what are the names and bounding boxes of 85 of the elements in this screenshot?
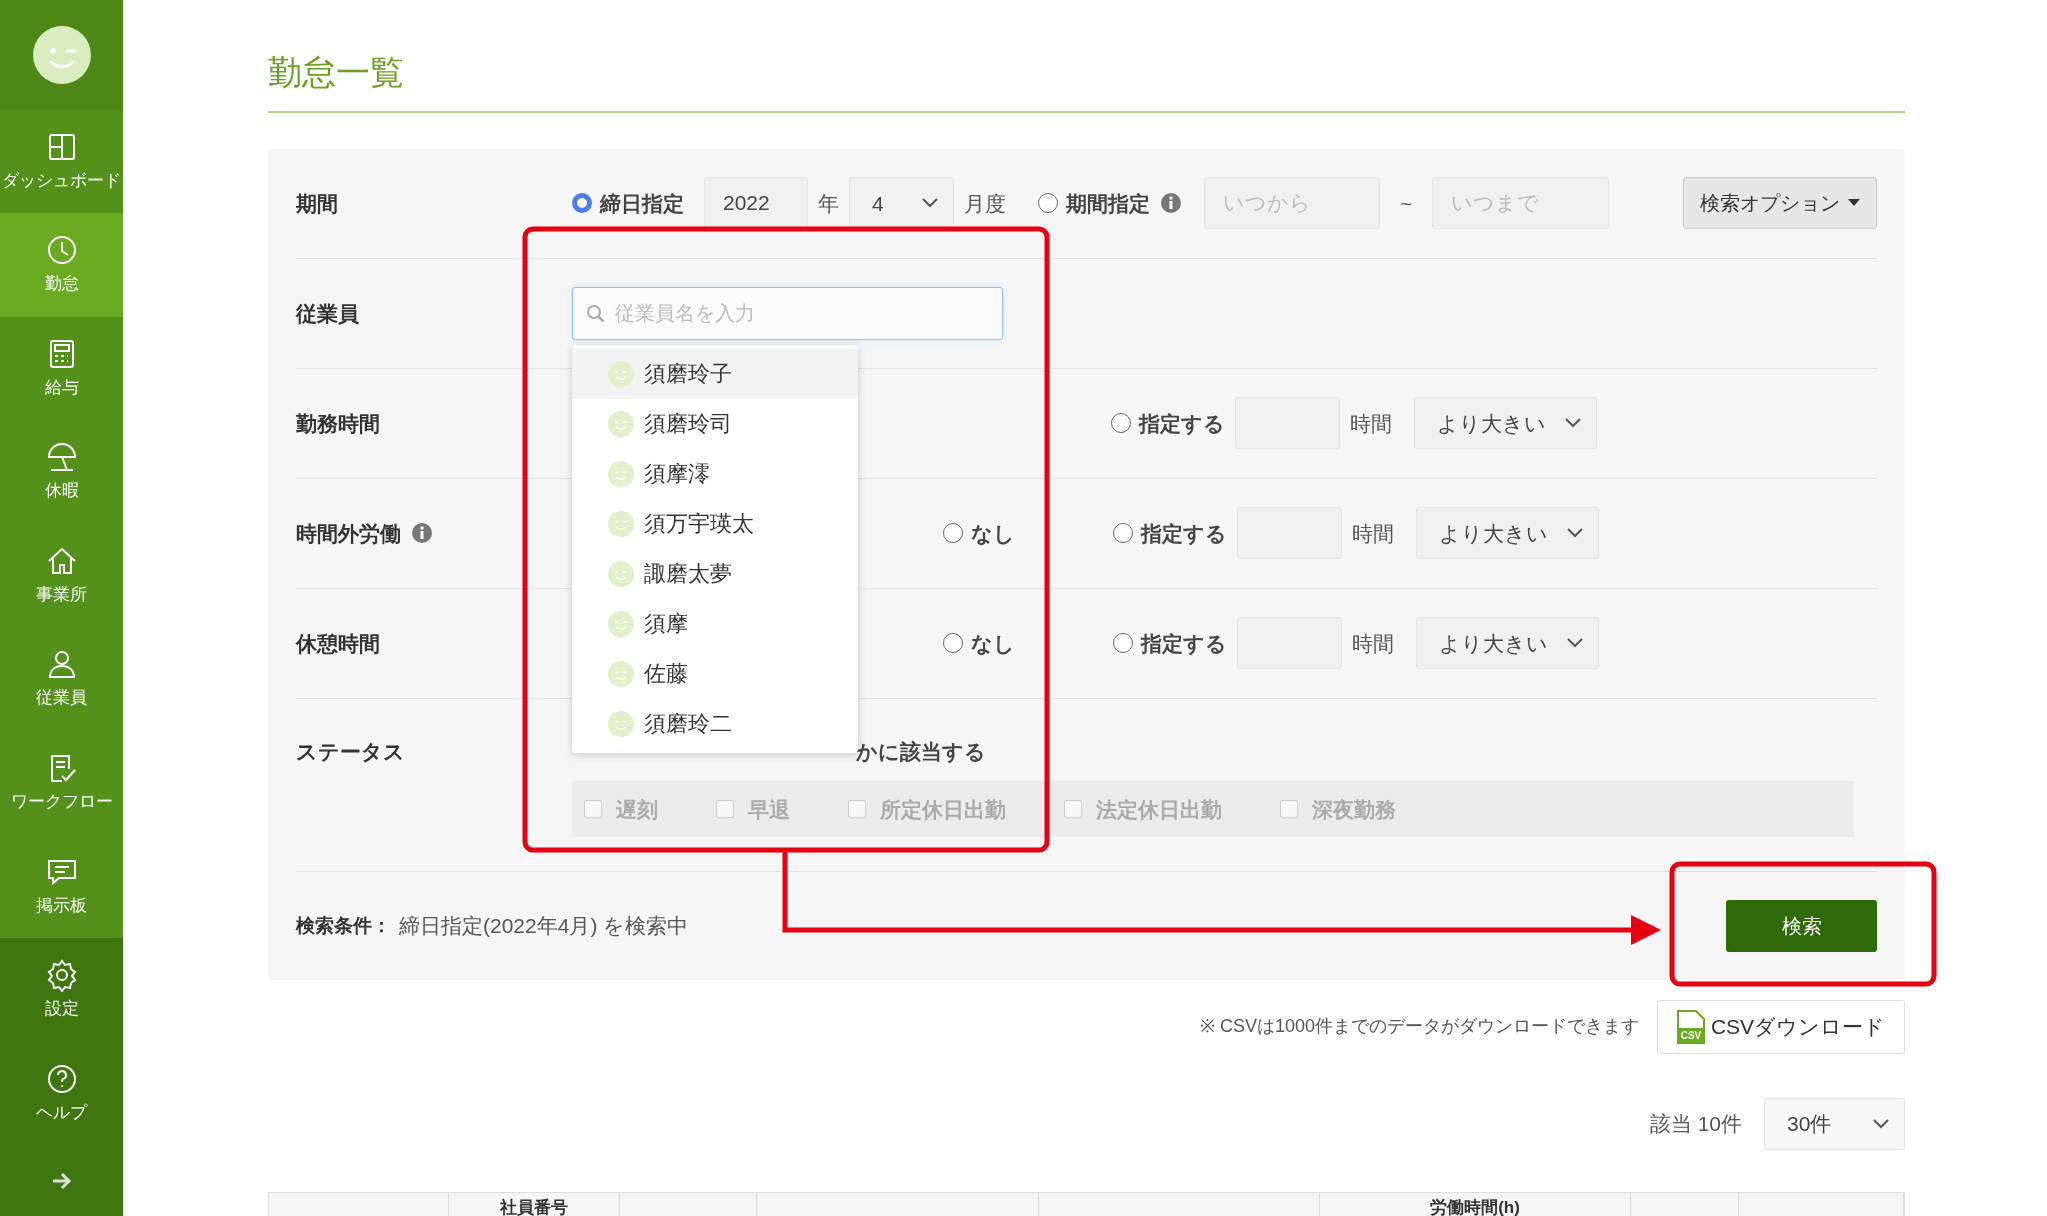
radio-label: 指定する: [1139, 410, 1225, 437]
radio-button[interactable]: [1111, 413, 1131, 434]
sidebar-item[interactable]: ヘルプ: [0, 1042, 123, 1147]
comparison-select[interactable]: より大きい: [1416, 507, 1599, 560]
csv-download-button[interactable]: CSV CSVダウンロード: [1657, 999, 1905, 1054]
checkbox-label: 早退: [748, 796, 790, 823]
radio-label: 期間指定: [1066, 190, 1150, 217]
caret-down-icon: [1848, 199, 1860, 208]
checkbox-label: 法定休日出勤: [1096, 796, 1222, 823]
chevron-down-icon: [1564, 417, 1582, 430]
suggestion-item[interactable]: 須磨玲子: [572, 348, 858, 399]
radio-label: なし: [971, 520, 1015, 548]
comparison-select[interactable]: より大きい: [1414, 397, 1597, 450]
avatar-icon: [608, 360, 634, 387]
sidebar-item[interactable]: 設定: [0, 938, 123, 1043]
checkbox-label: 深夜勤務: [1312, 796, 1396, 823]
checkbox-label: 所定休日出勤: [880, 796, 1006, 823]
csv-note: ※ CSVは1000件までのデータがダウンロードできます: [1199, 1015, 1639, 1039]
radio-label: 締日指定: [600, 190, 684, 217]
month-select[interactable]: 4: [849, 177, 954, 230]
unit-label: 年: [818, 190, 839, 217]
field-label: 時間外労働: [296, 520, 401, 547]
field-label: 勤務時間: [296, 410, 380, 437]
avatar-icon: [608, 710, 634, 737]
radio-label: 指定する: [1141, 630, 1227, 657]
smiley-logo-icon: [30, 23, 93, 86]
search-button[interactable]: 検索: [1726, 899, 1877, 952]
range-separator: ~: [1400, 190, 1413, 217]
sidebar-item[interactable]: 掲示板: [0, 834, 123, 939]
avatar-icon: [608, 560, 634, 587]
checkbox-label: 遅刻: [616, 796, 658, 823]
sidebar-item[interactable]: ワークフロー: [0, 730, 123, 835]
arrow-right-icon: [50, 1171, 73, 1192]
radio-button[interactable]: [572, 193, 592, 214]
avatar-icon: [608, 460, 634, 487]
field-label: 期間: [296, 190, 338, 217]
sidebar-item[interactable]: 休暇: [0, 420, 123, 524]
comparison-select[interactable]: より大きい: [1416, 617, 1599, 670]
avatar-icon: [608, 410, 634, 437]
condition-label: 検索条件：: [296, 913, 391, 938]
radio-button[interactable]: [943, 523, 963, 544]
avatar-icon: [608, 510, 634, 537]
employee-search-field[interactable]: 従業員名を入力: [572, 286, 1003, 340]
avatar-icon: [608, 660, 634, 687]
unit-label: 時間: [1352, 630, 1394, 657]
chevron-down-icon: [1566, 637, 1584, 650]
suggestion-item[interactable]: 須磨玲二: [572, 698, 858, 749]
unit-label: 時間: [1350, 410, 1392, 437]
year-field[interactable]: 2022: [704, 177, 808, 230]
field-label: 休憩時間: [296, 630, 380, 657]
chevron-down-icon: [1872, 1117, 1890, 1130]
csv-file-icon: CSV: [1676, 1009, 1705, 1044]
suggestion-item[interactable]: 須摩澪: [572, 448, 858, 499]
search-options-button[interactable]: 検索オプション: [1683, 177, 1877, 230]
sidebar-item[interactable]: 事業所: [0, 523, 123, 628]
field-label: 従業員: [296, 300, 359, 327]
per-page-select[interactable]: 30件: [1764, 1097, 1905, 1150]
suggestion-item[interactable]: 須磨玲司: [572, 398, 858, 449]
radio-button[interactable]: [1038, 193, 1058, 214]
radio-button[interactable]: [1113, 523, 1133, 544]
search-icon: [586, 303, 606, 324]
radio-label: なし: [971, 630, 1015, 658]
column-header: 社員番号: [499, 1197, 568, 1216]
suggestion-item[interactable]: 佐藤: [572, 648, 858, 699]
unit-label: 時間: [1352, 520, 1394, 547]
page-title: 勤怠一覧: [268, 52, 1905, 113]
suggestion-item[interactable]: 須摩: [572, 598, 858, 649]
radio-label: 指定する: [1141, 520, 1227, 547]
condition-text: 締日指定(2022年4月) を検索中: [399, 913, 689, 940]
chevron-down-icon: [921, 197, 939, 210]
radio-button[interactable]: [1113, 633, 1133, 654]
suggestion-item[interactable]: 諏磨太夢: [572, 548, 858, 599]
unit-label: 月度: [964, 190, 1006, 217]
radio-button[interactable]: [943, 633, 963, 654]
radio-label: かに該当する: [856, 738, 986, 765]
sidebar-item[interactable]: 従業員: [0, 627, 123, 731]
column-header: 労働時間(h): [1430, 1197, 1520, 1216]
suggestion-item[interactable]: 須万宇瑛太: [572, 498, 858, 549]
field-label: ステータス: [296, 738, 405, 765]
sidebar-item[interactable]: 給与: [0, 316, 123, 421]
result-count: 該当 10件: [1649, 1111, 1742, 1138]
sidebar-item[interactable]: ダッシュボード: [0, 109, 123, 214]
avatar-icon: [608, 610, 634, 637]
chevron-down-icon: [1566, 527, 1584, 540]
info-icon: [1160, 192, 1182, 215]
